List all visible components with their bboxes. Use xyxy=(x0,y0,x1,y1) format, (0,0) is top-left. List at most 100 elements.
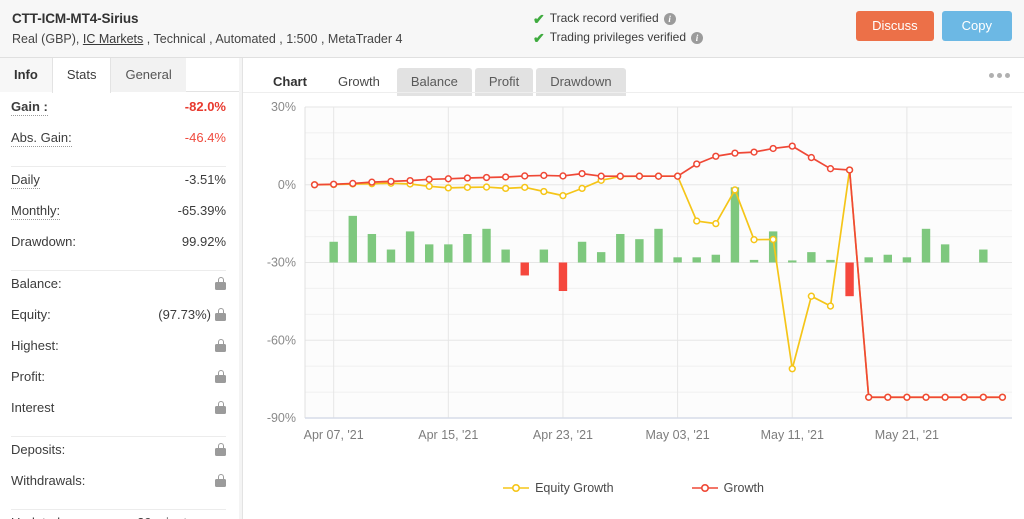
stats-list: Gain : -82.0% Abs. Gain: -46.4% Daily -3.51% M… xyxy=(0,92,242,519)
growth-chart: 30% 0% -30% -60% -90% Apr 07, '21 Apr 15, '21 A… xyxy=(243,92,1024,519)
stat-value: 99.92% xyxy=(181,234,226,249)
check-icon: ✔ xyxy=(533,29,545,46)
stat-row: Withdrawals: xyxy=(11,473,226,504)
stat-label[interactable]: Abs. Gain: xyxy=(11,130,72,147)
svg-text:-30%: -30% xyxy=(267,256,296,270)
stat-row: Daily -3.51% xyxy=(11,172,226,203)
lock-icon xyxy=(215,308,226,321)
tab-general[interactable]: General xyxy=(111,58,186,92)
sidebar-divider xyxy=(11,436,226,437)
chart-panel: Chart Growth Balance Profit Drawdown 30%… xyxy=(243,58,1024,519)
broker-link[interactable]: IC Markets xyxy=(83,32,143,46)
stat-value: -3.51% xyxy=(184,172,226,187)
lock-icon xyxy=(215,370,226,383)
lock-icon xyxy=(215,474,226,487)
sidebar-tabs: Info Stats General xyxy=(0,58,242,93)
stat-row: Profit: xyxy=(11,369,226,400)
stat-label[interactable]: Gain : xyxy=(11,99,48,116)
stat-row: Deposits: xyxy=(11,442,226,473)
stat-value-wrap: -46.4% xyxy=(185,130,226,145)
account-type: Real (GBP), xyxy=(12,32,83,46)
svg-text:-90%: -90% xyxy=(267,411,296,425)
svg-text:May 11, '21: May 11, '21 xyxy=(761,428,824,442)
stat-value-wrap: -65.39% xyxy=(178,203,226,218)
account-title: CTT-ICM-MT4-Sirius xyxy=(12,11,139,26)
sidebar-scroll-edge[interactable] xyxy=(239,58,242,519)
stat-row: Monthly: -65.39% xyxy=(11,203,226,234)
stat-label: Drawdown: xyxy=(11,234,77,249)
verification-track-record: ✔ Track record verified i xyxy=(533,10,703,27)
chart-legend: Equity Growth Growth xyxy=(243,481,1024,495)
legend-marker-growth xyxy=(691,483,718,493)
account-identity: CTT-ICM-MT4-Sirius Real (GBP), IC Market… xyxy=(12,8,402,49)
stat-value: (97.73%) xyxy=(158,307,211,322)
stat-value-wrap xyxy=(211,338,226,353)
discuss-button[interactable]: Discuss xyxy=(856,11,934,41)
header-actions: Discuss Copy xyxy=(856,11,1012,41)
stat-value-wrap xyxy=(211,473,226,488)
legend-item-equity-growth[interactable]: Equity Growth xyxy=(503,481,614,495)
stat-value-wrap xyxy=(211,400,226,415)
stat-value-wrap: -3.51% xyxy=(185,172,226,187)
stat-label: Equity: xyxy=(11,307,51,322)
stat-row: Equity: (97.73%) xyxy=(11,307,226,338)
sidebar-divider xyxy=(11,270,226,271)
account-subtitle: Real (GBP), IC Markets , Technical , Aut… xyxy=(12,30,402,49)
verification-trading-privileges: ✔ Trading privileges verified i xyxy=(533,29,704,46)
sidebar-divider xyxy=(11,166,226,167)
stat-value-wrap: 99.92% xyxy=(182,234,226,249)
stat-label: Deposits: xyxy=(11,442,66,457)
lock-icon xyxy=(215,339,226,352)
info-icon[interactable]: i xyxy=(663,12,676,25)
stat-label: Withdrawals: xyxy=(11,473,86,488)
stat-label[interactable]: Daily xyxy=(11,172,40,189)
svg-text:May 03, '21: May 03, '21 xyxy=(645,428,709,442)
stat-row: Abs. Gain: -46.4% xyxy=(11,130,226,161)
legend-item-growth[interactable]: Growth xyxy=(691,481,764,495)
stat-row: Gain : -82.0% xyxy=(11,99,226,130)
stat-value: -82.0% xyxy=(184,99,226,114)
stat-row: Interest xyxy=(11,400,226,431)
stat-label[interactable]: Monthly: xyxy=(11,203,61,220)
verification-label: Track record verified xyxy=(549,11,659,25)
legend-label: Equity Growth xyxy=(535,481,614,495)
stat-row: Updated 29 minutes ago xyxy=(11,515,226,519)
tab-stats[interactable]: Stats xyxy=(51,58,112,93)
stat-value-wrap: (97.73%) xyxy=(158,307,226,322)
svg-text:Apr 15, '21: Apr 15, '21 xyxy=(418,428,478,442)
lock-icon xyxy=(215,443,226,456)
account-page: CTT-ICM-MT4-Sirius Real (GBP), IC Market… xyxy=(0,0,1024,519)
chart-tabs: Chart Growth Balance Profit Drawdown xyxy=(243,58,1024,96)
page-body: Info Stats General Gain : -82.0% Abs. Gain… xyxy=(0,58,1024,519)
sidebar-divider xyxy=(11,509,226,510)
svg-text:30%: 30% xyxy=(271,100,296,114)
stat-label: Updated xyxy=(11,515,60,519)
stat-label: Interest xyxy=(11,400,55,415)
svg-text:0%: 0% xyxy=(278,178,296,192)
stat-value-wrap: 29 minutes ago xyxy=(137,515,226,519)
verification-label: Trading privileges verified xyxy=(549,30,687,44)
stat-row: Highest: xyxy=(11,338,226,369)
stat-value: -65.39% xyxy=(177,203,226,218)
stats-sidebar: Info Stats General Gain : -82.0% Abs. Gain… xyxy=(0,58,243,519)
page-header: CTT-ICM-MT4-Sirius Real (GBP), IC Market… xyxy=(0,0,1024,58)
stat-value: -46.4% xyxy=(184,130,226,145)
stat-value: 29 minutes ago xyxy=(137,515,226,519)
stat-value-wrap xyxy=(211,276,226,291)
legend-marker-equity-growth xyxy=(503,483,530,493)
copy-button[interactable]: Copy xyxy=(941,11,1012,41)
account-meta: , Technical , Automated , 1:500 , MetaTr… xyxy=(143,32,403,46)
svg-text:-60%: -60% xyxy=(267,333,296,347)
tab-info[interactable]: Info xyxy=(0,58,52,92)
kebab-menu-icon[interactable] xyxy=(989,73,1010,78)
stat-row: Balance: xyxy=(11,276,226,307)
svg-text:May 21, '21: May 21, '21 xyxy=(875,428,939,442)
svg-text:Apr 07, '21: Apr 07, '21 xyxy=(304,428,364,442)
stat-label: Highest: xyxy=(11,338,59,353)
info-icon[interactable]: i xyxy=(691,31,704,44)
stat-value-wrap xyxy=(211,369,226,384)
check-icon: ✔ xyxy=(533,10,545,27)
svg-text:Apr 23, '21: Apr 23, '21 xyxy=(533,428,593,442)
stat-value-wrap xyxy=(211,442,226,457)
lock-icon xyxy=(215,277,226,290)
